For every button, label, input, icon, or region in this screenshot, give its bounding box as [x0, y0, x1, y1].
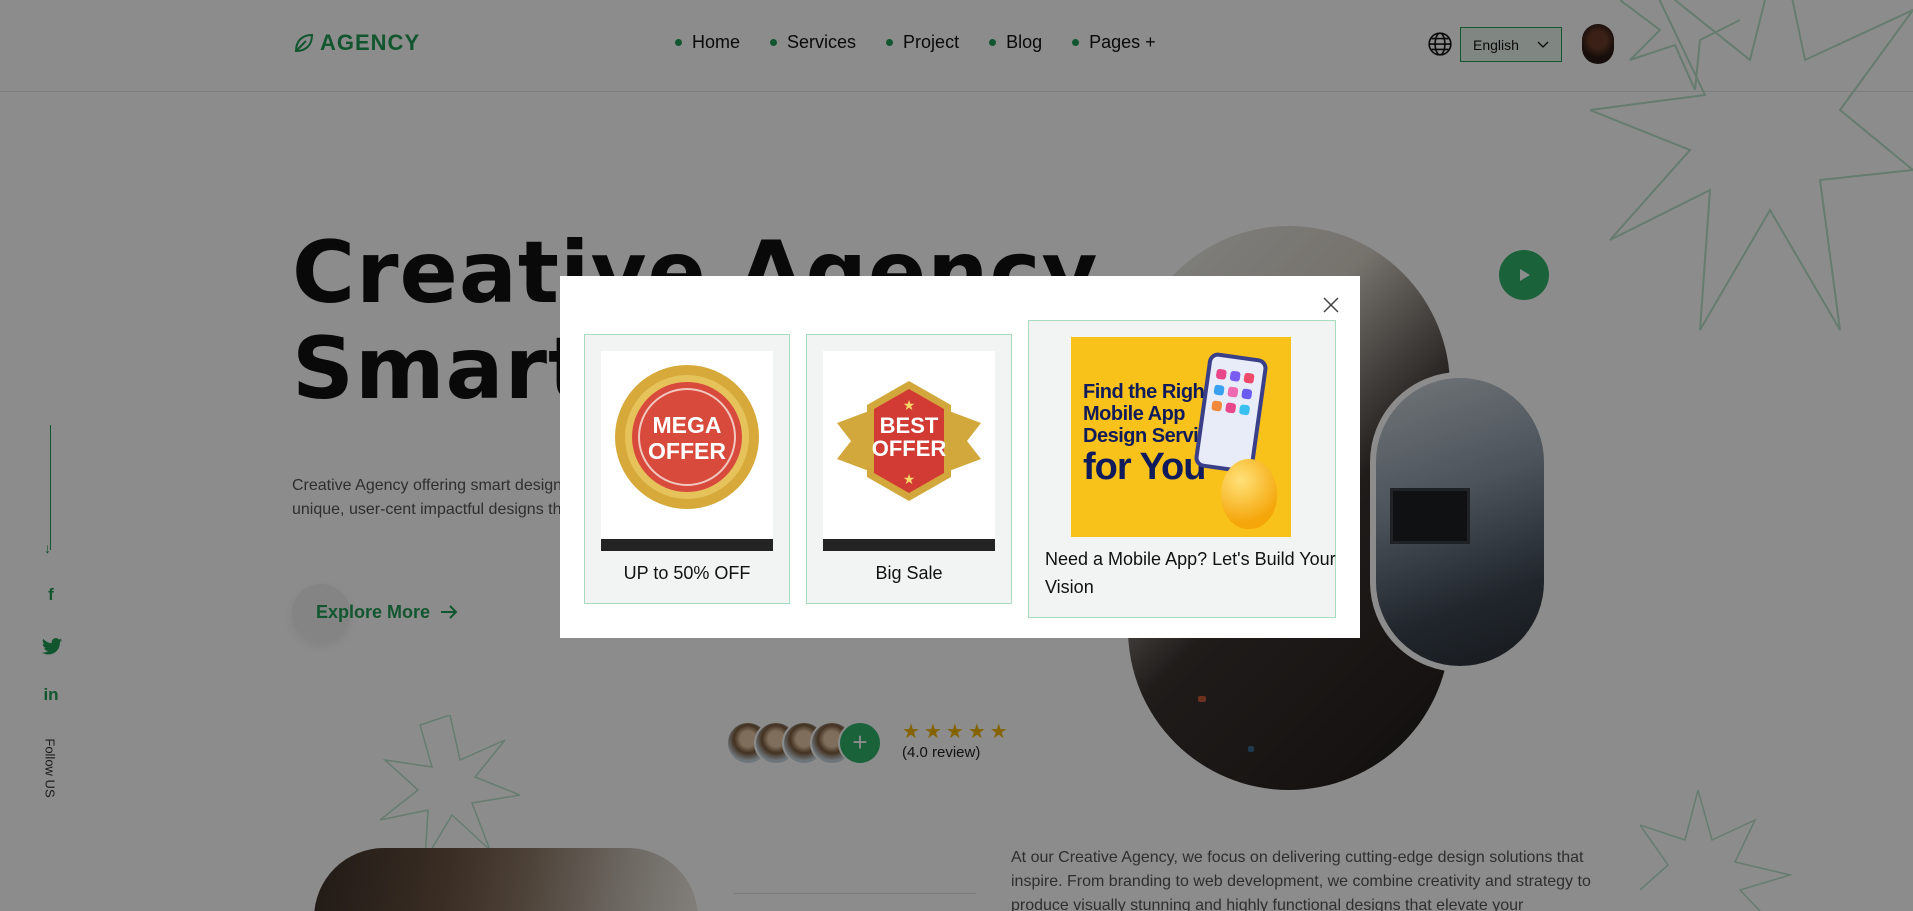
- phone-icon: [1193, 351, 1269, 475]
- svg-text:★: ★: [903, 471, 916, 487]
- badge-line1: MEGA: [653, 412, 722, 438]
- offer-card-3[interactable]: Find the Right Mobile App Design Service…: [1028, 320, 1336, 618]
- image-footer-strip: [823, 539, 995, 551]
- mega-offer-badge-icon: MEGA OFFER: [615, 365, 759, 509]
- offer-card-caption: UP to 50% OFF: [623, 563, 751, 583]
- best-offer-badge-icon: ★ BEST OFFER ★: [837, 381, 981, 501]
- offer-card-caption: Big Sale: [875, 563, 943, 583]
- mobile-app-ad-image: Find the Right Mobile App Design Service…: [1071, 337, 1291, 537]
- badge-line2: OFFER: [872, 436, 947, 461]
- svg-text:★: ★: [903, 397, 916, 413]
- image-footer-strip: [601, 539, 773, 551]
- badge-line2: OFFER: [648, 438, 726, 464]
- offer-card-1[interactable]: MEGA OFFER UP to 50% OFF: [584, 334, 790, 604]
- badge-line1: BEST: [880, 413, 939, 438]
- close-icon[interactable]: [1320, 294, 1342, 316]
- offer-card-image: ★ BEST OFFER ★: [823, 351, 995, 551]
- offer-card-caption: Need a Mobile App? Let's Build Your Visi…: [1045, 549, 1336, 597]
- offers-modal: MEGA OFFER UP to 50% OFF ★ BEST OFFER ★ …: [560, 276, 1360, 638]
- offer-card-image: MEGA OFFER: [601, 351, 773, 551]
- egg-illustration: [1221, 459, 1277, 529]
- offer-card-2[interactable]: ★ BEST OFFER ★ Big Sale: [806, 334, 1012, 604]
